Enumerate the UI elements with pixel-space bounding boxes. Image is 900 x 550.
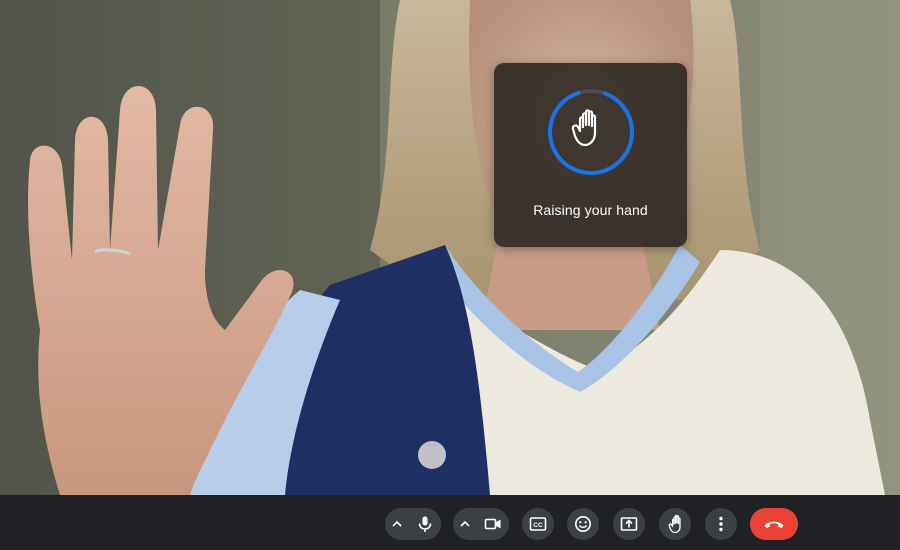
emoji-icon [575,516,591,532]
video-camera-icon [484,518,501,530]
present-button[interactable] [613,508,645,540]
hand-raise-icon [668,514,681,534]
camera-toggle-button[interactable] [477,508,509,540]
closed-captions-icon: CC [529,517,547,531]
mic-toggle-button[interactable] [409,508,441,540]
video-frame-image [0,0,900,495]
captions-label: CC [533,522,543,529]
camera-control-group [453,508,509,540]
mic-control-group [385,508,441,540]
raise-hand-toast: Raising your hand [494,63,687,247]
meeting-control-bar: CC [0,495,900,550]
mic-options-button[interactable] [385,508,409,540]
more-vert-icon [719,516,723,532]
chevron-up-icon [460,520,470,527]
progress-ring [548,89,634,175]
captions-button[interactable]: CC [522,508,554,540]
reactions-button[interactable] [567,508,599,540]
toast-label: Raising your hand [533,202,648,218]
participant-video [0,0,900,495]
phone-hangup-icon [764,521,784,528]
microphone-icon [418,516,432,532]
chevron-up-icon [392,520,402,527]
present-screen-icon [620,517,638,531]
hand-raise-icon [571,109,597,147]
raise-hand-button[interactable] [659,508,691,540]
more-options-button[interactable] [705,508,737,540]
leave-call-button[interactable] [750,508,798,540]
camera-options-button[interactable] [453,508,477,540]
